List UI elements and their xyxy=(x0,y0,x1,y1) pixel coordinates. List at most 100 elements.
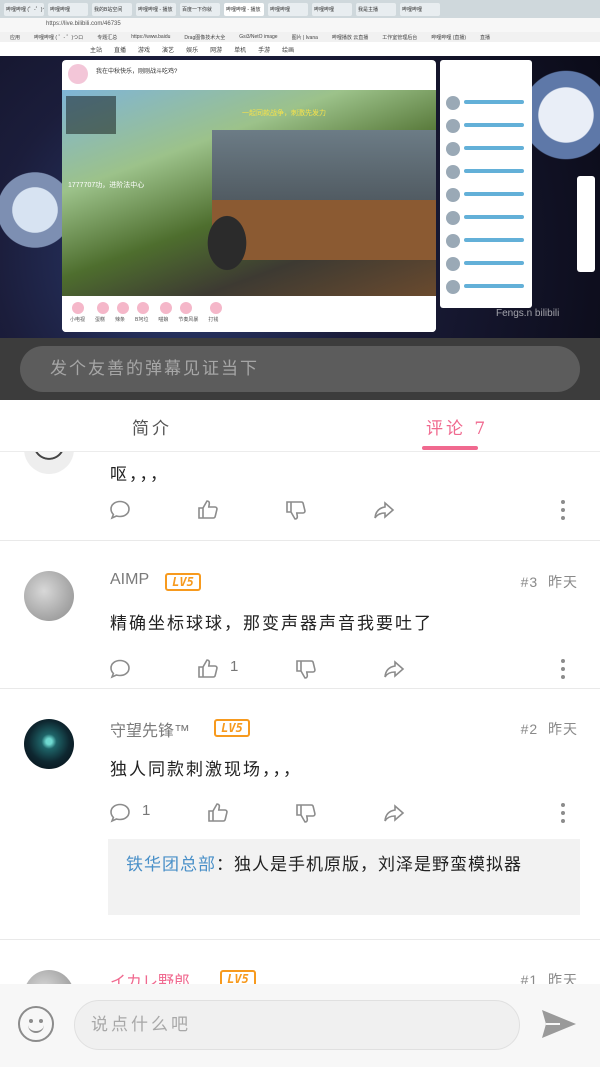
gift-item[interactable]: 蛋糕 xyxy=(95,302,110,326)
like-button[interactable] xyxy=(196,657,220,681)
avatar[interactable] xyxy=(24,571,74,621)
browser-tab[interactable]: 哔哩哔哩 xyxy=(48,2,88,16)
live-room-panel: 我在中秋快乐，刚刚战斗吃鸡? 1777707功，进阶法中心 一起同款战争，刺激先… xyxy=(62,60,436,332)
browser-tab[interactable]: 哔哩哔哩 - 播放 xyxy=(224,2,264,16)
bookmark[interactable]: 专题汇总 xyxy=(97,34,117,41)
comment-actions: 1 xyxy=(108,801,578,827)
chat-line xyxy=(444,234,528,248)
comment-username[interactable]: イカレ野郎 xyxy=(110,968,190,984)
danmaku-input[interactable]: 发个友善的弹幕见证当下 xyxy=(20,346,580,392)
browser-tab[interactable]: 哔哩哔哩 (゜-゜)つ xyxy=(4,2,44,16)
browser-tab[interactable]: 哔哩哔哩 xyxy=(312,2,352,16)
more-options-icon[interactable] xyxy=(560,801,566,825)
reply-preview[interactable]: 铁华团总部：独人是手机原版，刘泽是野蛮模拟器 xyxy=(108,839,580,915)
comment-composer: 说点什么吧 xyxy=(0,984,600,1067)
level-badge: LV5 xyxy=(220,970,256,984)
browser-tab[interactable]: 百度一下你就 xyxy=(180,2,220,16)
comment-bubble-icon xyxy=(110,500,130,520)
comment-bubble-icon xyxy=(110,803,130,823)
avatar[interactable] xyxy=(24,452,74,474)
comment-username[interactable]: 守望先锋™ xyxy=(110,717,190,741)
like-button[interactable] xyxy=(196,498,220,522)
browser-tab[interactable]: 哔哩哔哩 xyxy=(400,2,440,16)
video-player[interactable]: 哔哩哔哩 (゜-゜)つ 哔哩哔哩 我的B站空间 哔哩哔哩 - 播放 百度一下你就… xyxy=(0,0,600,338)
dislike-button[interactable] xyxy=(284,498,308,522)
dislike-button[interactable] xyxy=(294,801,318,825)
game-hud-minimap xyxy=(66,96,116,134)
active-tab-indicator xyxy=(422,446,478,450)
bookmark[interactable]: 工作室管理后台 xyxy=(382,34,417,41)
site-nav-item[interactable]: 直播 xyxy=(114,45,126,54)
comment-username[interactable]: AIMP xyxy=(110,571,149,589)
game-scene-player xyxy=(197,215,257,285)
side-toolbar[interactable] xyxy=(577,176,595,272)
gift-item[interactable]: 节奏风暴 xyxy=(178,302,198,326)
site-nav-item[interactable]: 绘画 xyxy=(282,45,294,54)
site-nav-item[interactable]: 娱乐 xyxy=(186,45,198,54)
bookmark[interactable]: 哔哩哔哩 ( ゜- ゜)つロ xyxy=(34,34,83,41)
browser-address-bar[interactable]: https://live.bilibili.com/46735 xyxy=(0,18,600,32)
bookmark[interactable]: Drag图像技术大全 xyxy=(184,34,225,41)
share-button[interactable] xyxy=(382,657,406,681)
more-options-icon[interactable] xyxy=(560,498,566,522)
emoji-icon[interactable] xyxy=(18,1006,54,1042)
reply-button[interactable] xyxy=(108,498,132,522)
like-button[interactable] xyxy=(206,801,230,825)
reply-button[interactable] xyxy=(108,801,132,825)
gift-item[interactable]: 辣条 xyxy=(115,302,130,326)
site-nav-item[interactable]: 演艺 xyxy=(162,45,174,54)
bookmark[interactable]: Gsi3/NetO image xyxy=(239,34,277,40)
share-button[interactable] xyxy=(382,801,406,825)
game-frame[interactable]: 1777707功，进阶法中心 一起同款战争，刺激先发力 xyxy=(62,90,436,296)
content-tabs: 简介 评论 7 xyxy=(0,400,600,452)
thumbs-up-icon xyxy=(198,500,218,519)
gift-item[interactable]: 喵娘 xyxy=(158,302,173,326)
chat-line xyxy=(444,257,528,271)
send-button[interactable] xyxy=(540,1008,578,1040)
share-arrow-icon xyxy=(384,804,405,822)
thumbs-up-icon xyxy=(208,803,228,822)
reply-button[interactable] xyxy=(108,657,132,681)
bookmark[interactable]: 哔哩播放 云直播 xyxy=(332,34,368,41)
comment-divider xyxy=(0,540,600,541)
browser-tab[interactable]: 哔哩哔哩 xyxy=(268,2,308,16)
browser-tab[interactable]: 我是主播 xyxy=(356,2,396,16)
comment-input[interactable]: 说点什么吧 xyxy=(74,1000,520,1050)
reply-author[interactable]: 铁华团总部 xyxy=(126,855,216,875)
chat-line xyxy=(444,188,528,202)
like-count: 1 xyxy=(230,658,239,675)
avatar[interactable] xyxy=(24,719,74,769)
comment-floor-time: #2 昨天 xyxy=(521,719,578,739)
site-nav-item[interactable]: 游戏 xyxy=(138,45,150,54)
thumbs-down-icon xyxy=(296,804,316,823)
tab-intro[interactable]: 简介 xyxy=(132,414,172,439)
site-nav-item[interactable]: 网游 xyxy=(210,45,222,54)
streamer-avatar[interactable] xyxy=(68,64,88,84)
reply-text: ：独人是手机原版，刘泽是野蛮模拟器 xyxy=(216,855,522,875)
avatar[interactable] xyxy=(24,970,74,984)
comment-floor-time: #3 昨天 xyxy=(521,572,578,592)
share-button[interactable] xyxy=(372,498,396,522)
bookmark[interactable]: https://www.baidu xyxy=(131,34,170,40)
gift-item[interactable]: B坷垃 xyxy=(135,302,150,326)
tab-comments[interactable]: 评论 7 xyxy=(426,414,488,439)
site-nav-item[interactable]: 主站 xyxy=(90,45,102,54)
bookmark[interactable]: 图片 | Ivana xyxy=(292,34,318,41)
gift-item[interactable]: 打钱 xyxy=(208,302,223,326)
bookmark[interactable]: 直播 xyxy=(480,34,490,41)
comment-actions xyxy=(108,498,578,524)
chat-line xyxy=(444,165,528,179)
chat-line xyxy=(444,211,528,225)
bookmark[interactable]: 哔哩哔哩 (直播) xyxy=(431,34,466,41)
comment-time: 昨天 xyxy=(548,721,578,737)
site-nav-item[interactable]: 手游 xyxy=(258,45,270,54)
gift-item[interactable]: 小电视 xyxy=(70,302,85,326)
browser-tab[interactable]: 我的B站空间 xyxy=(92,2,132,16)
dislike-button[interactable] xyxy=(294,657,318,681)
site-nav-item[interactable]: 单机 xyxy=(234,45,246,54)
browser-tab[interactable]: 哔哩哔哩 - 播放 xyxy=(136,2,176,16)
comment-floor: #1 xyxy=(520,972,539,984)
more-options-icon[interactable] xyxy=(560,657,566,681)
chat-line xyxy=(444,142,528,156)
bookmark[interactable]: 应用 xyxy=(10,34,20,41)
